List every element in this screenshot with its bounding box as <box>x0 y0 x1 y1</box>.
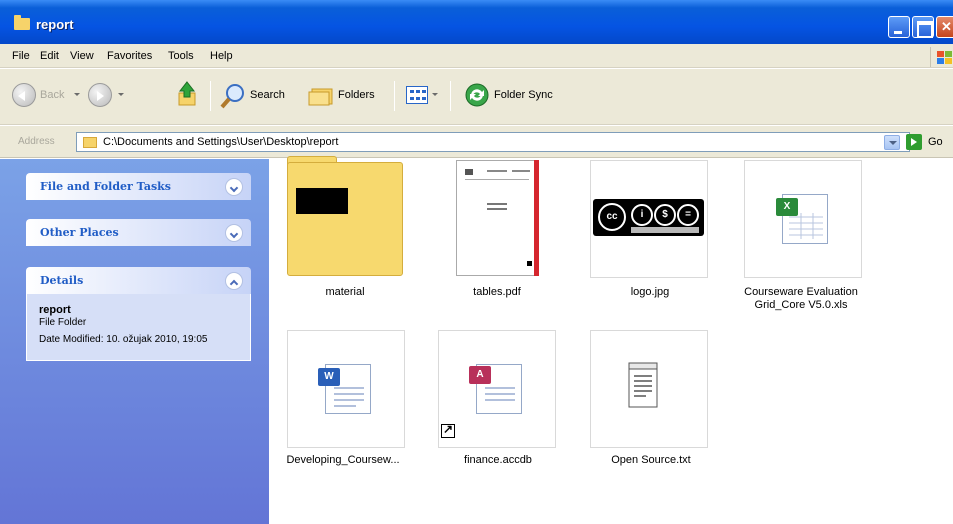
address-label: Address <box>18 136 55 147</box>
excel-badge-icon: X <box>776 198 798 216</box>
address-dropdown-icon[interactable] <box>884 135 900 150</box>
menu-edit[interactable]: Edit <box>40 50 59 62</box>
menu-favorites[interactable]: Favorites <box>107 50 152 62</box>
maximize-button[interactable] <box>912 16 934 38</box>
title-bar[interactable]: report <box>0 0 953 44</box>
creative-commons-logo-icon: cc i $ = <box>593 199 704 236</box>
other-places-panel[interactable]: Other Places <box>26 219 251 246</box>
search-button[interactable]: Search <box>250 89 285 101</box>
collapse-chevron-icon[interactable] <box>225 272 243 290</box>
expand-chevron-icon[interactable] <box>225 178 243 196</box>
address-bar: Address C:\Documents and Settings\User\D… <box>0 126 953 158</box>
back-label[interactable]: Back <box>40 89 64 101</box>
toolbar-separator <box>210 81 211 111</box>
detail-modified: Date Modified: 10. ožujak 2010, 19:05 <box>39 334 208 345</box>
address-path[interactable]: C:\Documents and Settings\User\Desktop\r… <box>103 136 338 148</box>
menu-file[interactable]: File <box>12 50 30 62</box>
word-badge-icon: W <box>318 368 340 386</box>
toolbar: Back Search Folders Folder Sync <box>0 69 953 125</box>
menu-tools[interactable]: Tools <box>168 50 194 62</box>
menu-bar: File Edit View Favorites Tools Help <box>0 44 953 68</box>
detail-name: report <box>39 304 71 316</box>
back-dropdown-icon[interactable] <box>74 93 80 96</box>
go-arrow-icon[interactable] <box>906 134 922 150</box>
toolbar-separator <box>450 81 451 111</box>
file-name[interactable]: tables.pdf <box>427 286 567 299</box>
access-badge-icon: A <box>469 366 491 384</box>
folder-sync-button[interactable]: Folder Sync <box>494 89 553 101</box>
views-dropdown-icon[interactable] <box>432 93 438 96</box>
address-input[interactable]: C:\Documents and Settings\User\Desktop\r… <box>76 132 910 152</box>
details-panel: Details report File Folder Date Modified… <box>26 267 251 361</box>
file-name[interactable]: Developing_Coursew... <box>273 454 413 467</box>
task-pane: File and Folder Tasks Other Places Detai… <box>0 159 269 524</box>
views-icon[interactable] <box>406 86 428 104</box>
pdf-edge <box>534 160 539 276</box>
folder-sync-icon[interactable] <box>464 82 490 108</box>
folder-icon <box>83 137 97 148</box>
file-name[interactable]: material <box>275 286 415 299</box>
file-folder-tasks-panel[interactable]: File and Folder Tasks <box>26 173 251 200</box>
redacted-block <box>296 188 348 214</box>
panel-title[interactable]: File and Folder Tasks <box>40 180 171 193</box>
details-body: report File Folder Date Modified: 10. ož… <box>26 294 251 361</box>
folder-icon <box>14 15 30 30</box>
menu-view[interactable]: View <box>70 50 94 62</box>
panel-title[interactable]: Other Places <box>40 226 119 239</box>
window-title: report <box>36 17 74 32</box>
pdf-thumbnail[interactable] <box>456 160 538 276</box>
windows-logo-icon <box>930 47 952 67</box>
go-button[interactable]: Go <box>928 136 943 148</box>
file-name[interactable]: logo.jpg <box>580 286 720 299</box>
search-icon[interactable] <box>220 83 246 109</box>
folders-icon[interactable] <box>308 83 334 107</box>
forward-button[interactable] <box>88 83 112 107</box>
file-name[interactable]: Open Source.txt <box>581 454 721 467</box>
menu-help[interactable]: Help <box>210 50 233 62</box>
folder-icon[interactable] <box>287 156 403 276</box>
toolbar-separator <box>394 81 395 111</box>
forward-dropdown-icon[interactable] <box>118 93 124 96</box>
folders-button[interactable]: Folders <box>338 89 375 101</box>
up-folder-icon[interactable] <box>177 81 197 107</box>
file-name[interactable]: Courseware Evaluation Grid_Core V5.0.xls <box>731 286 871 312</box>
detail-type: File Folder <box>39 317 87 328</box>
minimize-button[interactable] <box>888 16 910 38</box>
panel-title[interactable]: Details <box>40 274 83 287</box>
shortcut-arrow-icon <box>441 422 455 438</box>
file-name[interactable]: finance.accdb <box>428 454 568 467</box>
close-button[interactable] <box>936 16 953 38</box>
expand-chevron-icon[interactable] <box>225 224 243 242</box>
text-file-icon <box>628 362 658 408</box>
back-button[interactable] <box>12 83 36 107</box>
